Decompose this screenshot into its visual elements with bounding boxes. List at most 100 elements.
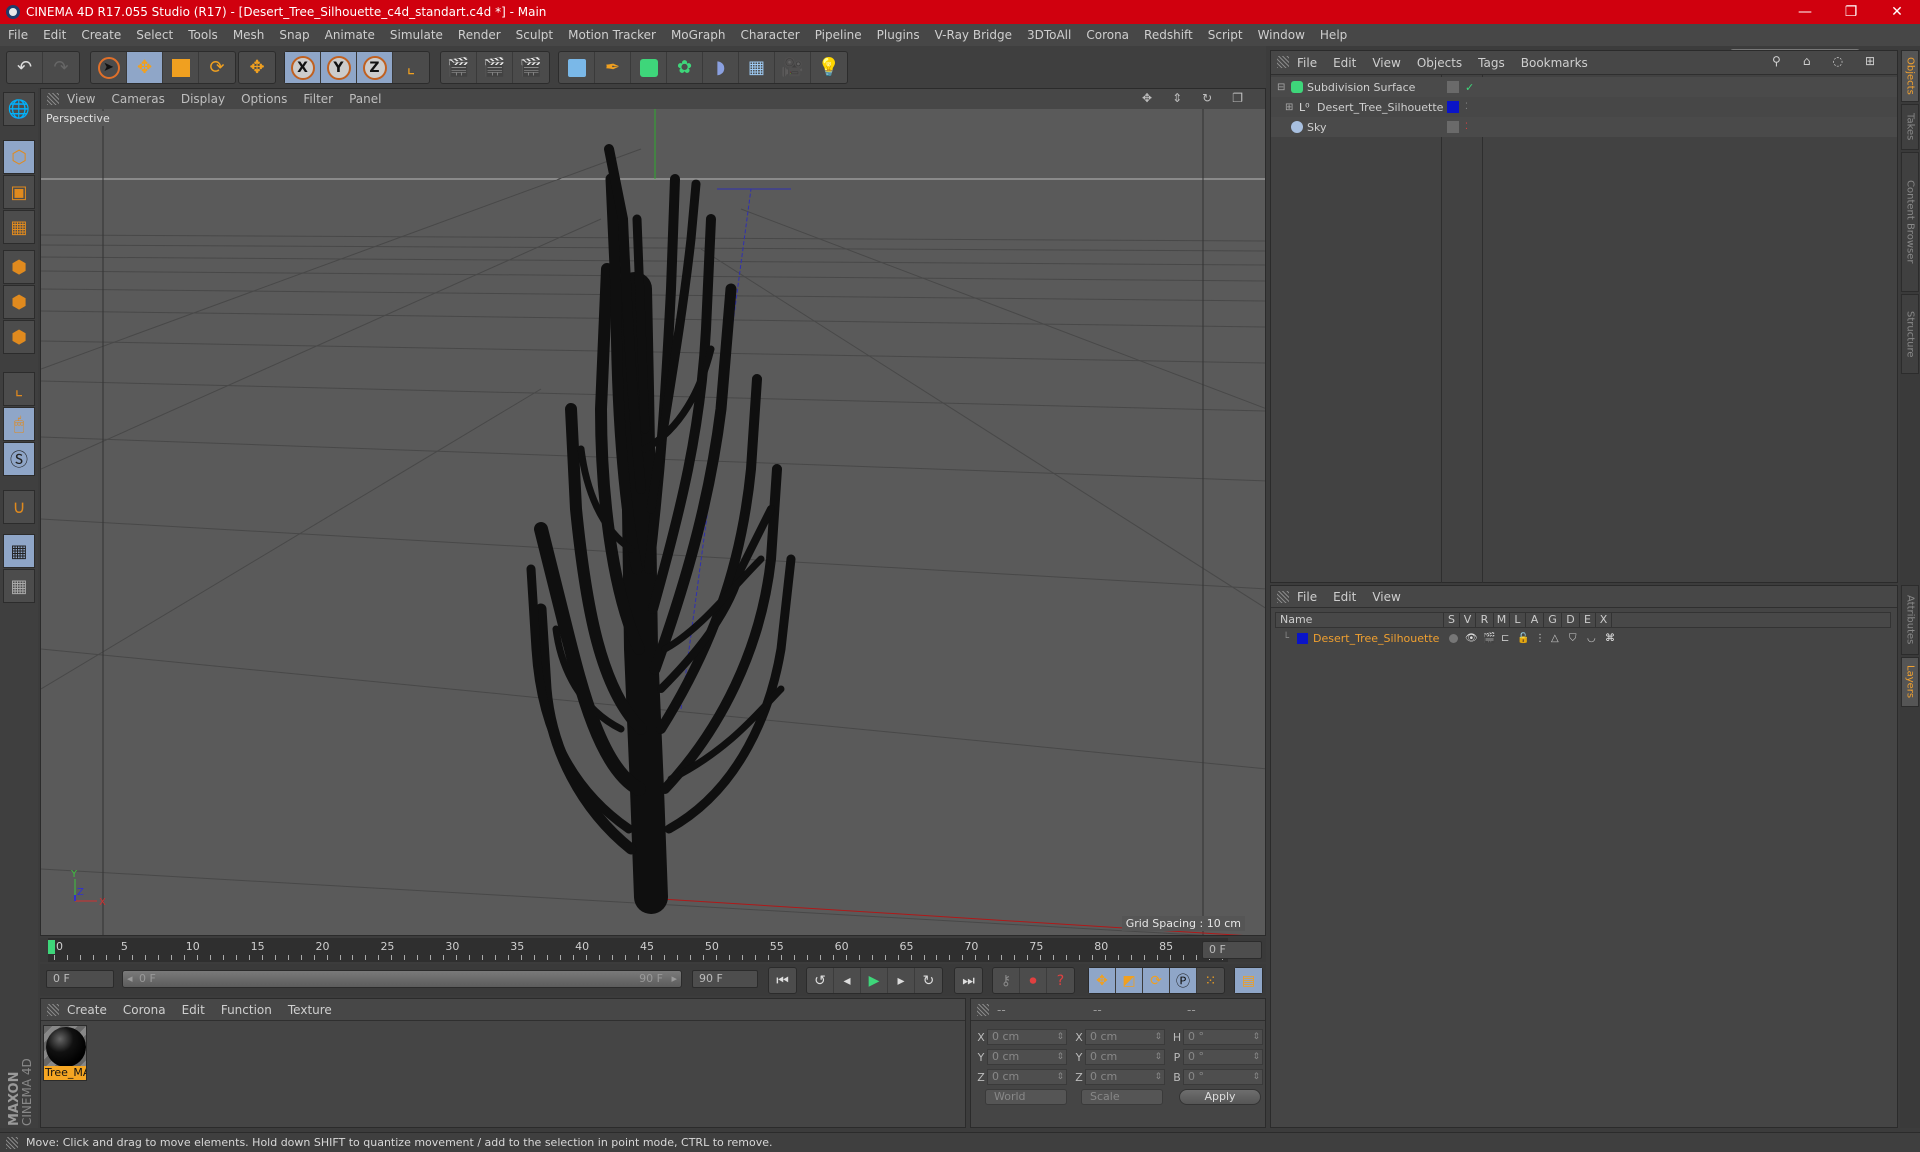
enabled-check-icon[interactable]: ✓ — [1465, 81, 1474, 94]
tweak-icon[interactable]: 🖱 — [3, 407, 35, 441]
visibility-icon[interactable]: ◌ — [1832, 54, 1842, 68]
recent-tool-icon[interactable]: ✥ — [239, 52, 275, 83]
menu-create[interactable]: Create — [81, 28, 121, 42]
move-view-icon[interactable]: ✥ — [1142, 91, 1152, 105]
rotation-p-field[interactable]: 0 ° — [1183, 1049, 1263, 1065]
frame-range-slider[interactable]: ◂ 0 F 90 F ▸ — [122, 970, 682, 988]
viewport-menu-panel[interactable]: Panel — [349, 92, 381, 106]
subdivision-icon[interactable] — [631, 52, 667, 83]
menu-character[interactable]: Character — [740, 28, 799, 42]
editor-visibility-icon[interactable] — [1447, 81, 1459, 93]
menu-plugins[interactable]: Plugins — [877, 28, 920, 42]
floor-icon[interactable]: ▦ — [739, 52, 775, 83]
size-y-field[interactable]: 0 cm — [1085, 1049, 1165, 1065]
column-solo[interactable]: S — [1444, 613, 1460, 627]
edges-mode-icon[interactable]: ⬢ — [3, 285, 35, 319]
coordinate-system-icon[interactable]: ⌞ — [393, 52, 429, 83]
start-frame-field[interactable]: 0 F — [46, 970, 114, 988]
menu-pipeline[interactable]: Pipeline — [815, 28, 862, 42]
object-row[interactable]: ⊟ Subdivision Surface ✓ — [1271, 77, 1897, 97]
go-to-end-icon[interactable]: ⏭ — [955, 968, 982, 993]
previous-key-icon[interactable]: ↺ — [807, 968, 834, 993]
slider-right-arrow-icon[interactable]: ▸ — [671, 971, 677, 987]
points-mode-icon[interactable]: ⬢ — [3, 250, 35, 284]
maximize-button[interactable]: ❐ — [1828, 0, 1874, 24]
menu-mesh[interactable]: Mesh — [233, 28, 265, 42]
object-menu-view[interactable]: View — [1372, 56, 1400, 70]
column-expressions[interactable]: E — [1580, 613, 1596, 627]
panel-grip-icon[interactable] — [977, 1004, 989, 1016]
next-key-icon[interactable]: ↻ — [915, 968, 942, 993]
search-icon[interactable]: ⚲ — [1772, 54, 1781, 68]
expand-icon[interactable]: ⊞ — [1285, 102, 1293, 113]
next-frame-icon[interactable]: ▸ — [888, 968, 915, 993]
object-row[interactable]: ⊞ L⁰ Desert_Tree_Silhouette ⁚ — [1271, 97, 1897, 117]
position-x-field[interactable]: 0 cm — [987, 1029, 1067, 1045]
menu-window[interactable]: Window — [1258, 28, 1305, 42]
workplane-mode-icon[interactable]: ▦ — [3, 210, 35, 244]
autokey-icon[interactable]: ⚷ — [993, 968, 1020, 993]
camera-icon[interactable]: 🎥 — [775, 52, 811, 83]
panel-grip-icon[interactable] — [47, 93, 59, 105]
coordinate-mode-dropdown[interactable]: Scale — [1081, 1089, 1163, 1105]
layer-menu-view[interactable]: View — [1372, 590, 1400, 604]
menu-sculpt[interactable]: Sculpt — [516, 28, 553, 42]
layer-lock-toggle-icon[interactable]: 🔓 — [1517, 633, 1529, 644]
minimize-button[interactable]: — — [1782, 0, 1828, 24]
redo-icon[interactable]: ↷ — [43, 52, 79, 83]
render-settings-icon[interactable]: 🎬 — [513, 52, 549, 83]
layer-menu-file[interactable]: File — [1297, 590, 1317, 604]
panel-grip-icon[interactable] — [1277, 591, 1289, 603]
layer-solo-toggle[interactable] — [1449, 633, 1458, 643]
object-menu-bookmarks[interactable]: Bookmarks — [1521, 56, 1588, 70]
object-name[interactable]: Desert_Tree_Silhouette — [1317, 101, 1443, 114]
layer-name[interactable]: Desert_Tree_Silhouette — [1313, 632, 1439, 645]
layer-deformers-toggle-icon[interactable]: ⛉ — [1569, 633, 1577, 644]
layer-render-toggle-icon[interactable]: 🎬 — [1483, 633, 1495, 644]
light-icon[interactable]: 💡 — [811, 52, 847, 83]
menu-select[interactable]: Select — [136, 28, 173, 42]
key-pla-icon[interactable]: ⁙ — [1197, 968, 1224, 993]
layer-color-swatch[interactable] — [1297, 632, 1308, 644]
object-menu-edit[interactable]: Edit — [1333, 56, 1356, 70]
close-button[interactable]: ✕ — [1874, 0, 1920, 24]
viewport-menu-cameras[interactable]: Cameras — [111, 92, 164, 106]
menu-file[interactable]: File — [8, 28, 28, 42]
maximize-view-icon[interactable]: ❐ — [1232, 91, 1243, 105]
layer-manager-toggle-icon[interactable]: ⊏ — [1501, 633, 1509, 644]
play-icon[interactable]: ▶ — [861, 968, 888, 993]
record-icon[interactable]: ⏺ — [1020, 968, 1047, 993]
material-menu-function[interactable]: Function — [221, 1003, 272, 1017]
rotation-h-field[interactable]: 0 ° — [1183, 1029, 1263, 1045]
texture-mode-icon[interactable]: ▣ — [3, 175, 35, 209]
viewport-menu-options[interactable]: Options — [241, 92, 287, 106]
object-row[interactable]: Sky ⁚ — [1271, 117, 1897, 137]
object-menu-tags[interactable]: Tags — [1478, 56, 1505, 70]
home-icon[interactable]: ⌂ — [1803, 54, 1811, 68]
axis-icon[interactable]: ⌞ — [3, 372, 35, 406]
column-animation[interactable]: A — [1526, 613, 1544, 627]
tab-attributes[interactable]: Attributes — [1901, 585, 1919, 655]
workplane-align-icon[interactable]: ▦ — [3, 569, 35, 603]
menu-snap[interactable]: Snap — [279, 28, 309, 42]
viewport-menu-display[interactable]: Display — [181, 92, 225, 106]
slider-left-arrow-icon[interactable]: ◂ — [127, 971, 133, 987]
menu-redshift[interactable]: Redshift — [1144, 28, 1193, 42]
column-locked[interactable]: L — [1510, 613, 1526, 627]
rotate-icon[interactable]: ⟳ — [199, 52, 235, 83]
tab-layers[interactable]: Layers — [1901, 657, 1919, 707]
panel-grip-icon[interactable] — [47, 1004, 59, 1016]
menu-mograph[interactable]: MoGraph — [671, 28, 726, 42]
current-frame-field[interactable]: 0 F — [1202, 941, 1262, 959]
tab-content-browser[interactable]: Content Browser — [1901, 152, 1919, 292]
previous-frame-icon[interactable]: ◂ — [834, 968, 861, 993]
menu-vray-bridge[interactable]: V-Ray Bridge — [935, 28, 1012, 42]
menu-render[interactable]: Render — [458, 28, 501, 42]
layer-color-swatch[interactable] — [1447, 101, 1459, 113]
editor-visibility-icon[interactable] — [1447, 121, 1459, 133]
tab-structure[interactable]: Structure — [1901, 294, 1919, 374]
panel-grip-icon[interactable] — [1277, 56, 1289, 68]
tab-objects[interactable]: Objects — [1901, 50, 1919, 102]
column-manager[interactable]: M — [1494, 613, 1510, 627]
key-scale-icon[interactable]: ◩ — [1116, 968, 1143, 993]
